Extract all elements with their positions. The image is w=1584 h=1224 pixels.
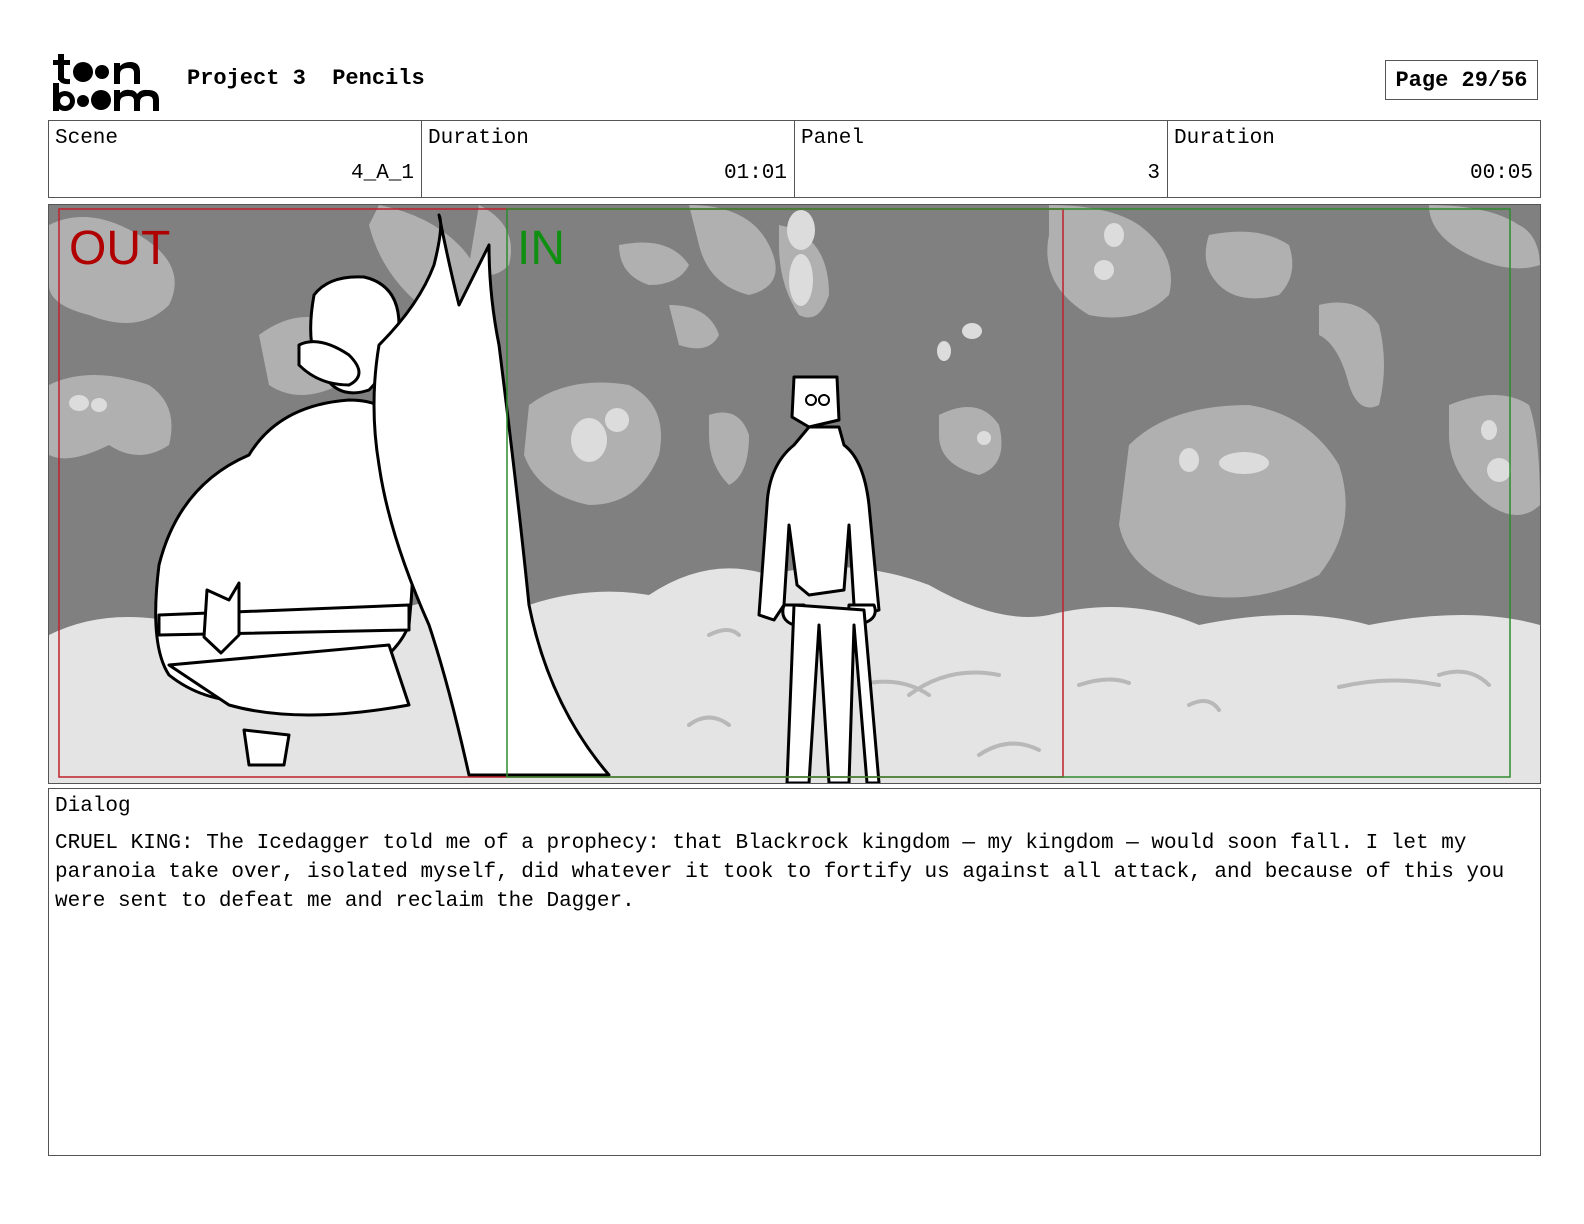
project-stage: Pencils — [332, 66, 425, 91]
out-label: OUT — [69, 222, 171, 275]
page-indicator-text: Page 29/56 — [1395, 67, 1528, 93]
project-name: Project 3 — [187, 66, 306, 91]
dialog-label: Dialog — [55, 795, 131, 818]
dialog-text: CRUEL KING: The Icedagger told me of a p… — [55, 832, 1505, 913]
panel-duration-cell: Duration 00:05 — [1168, 121, 1540, 197]
scene-duration-label: Duration — [428, 127, 529, 150]
panel-label: Panel — [801, 127, 865, 150]
panel-value: 3 — [1147, 162, 1160, 185]
scene-duration-cell: Duration 01:01 — [422, 121, 795, 197]
scene-cell: Scene 4_A_1 — [49, 121, 422, 197]
panel-info-row: Scene 4_A_1 Duration 01:01 Panel 3 Durat… — [48, 120, 1541, 198]
project-title: Project 3 Pencils — [187, 66, 425, 91]
scene-duration-value: 01:01 — [723, 162, 787, 185]
panel-duration-label: Duration — [1174, 127, 1275, 150]
dialog-section: Dialog CRUEL KING: The Icedagger told me… — [48, 788, 1541, 1156]
page-indicator: Page 29/56 — [1385, 60, 1538, 100]
panel-cell: Panel 3 — [795, 121, 1168, 197]
scene-label: Scene — [55, 127, 119, 150]
panel-artwork — [49, 205, 1540, 783]
scene-value: 4_A_1 — [350, 162, 414, 185]
toon-boom-logo — [53, 54, 159, 111]
panel-duration-value: 00:05 — [1469, 162, 1533, 185]
in-label: IN — [517, 222, 565, 275]
storyboard-panel: OUT IN — [48, 204, 1541, 784]
